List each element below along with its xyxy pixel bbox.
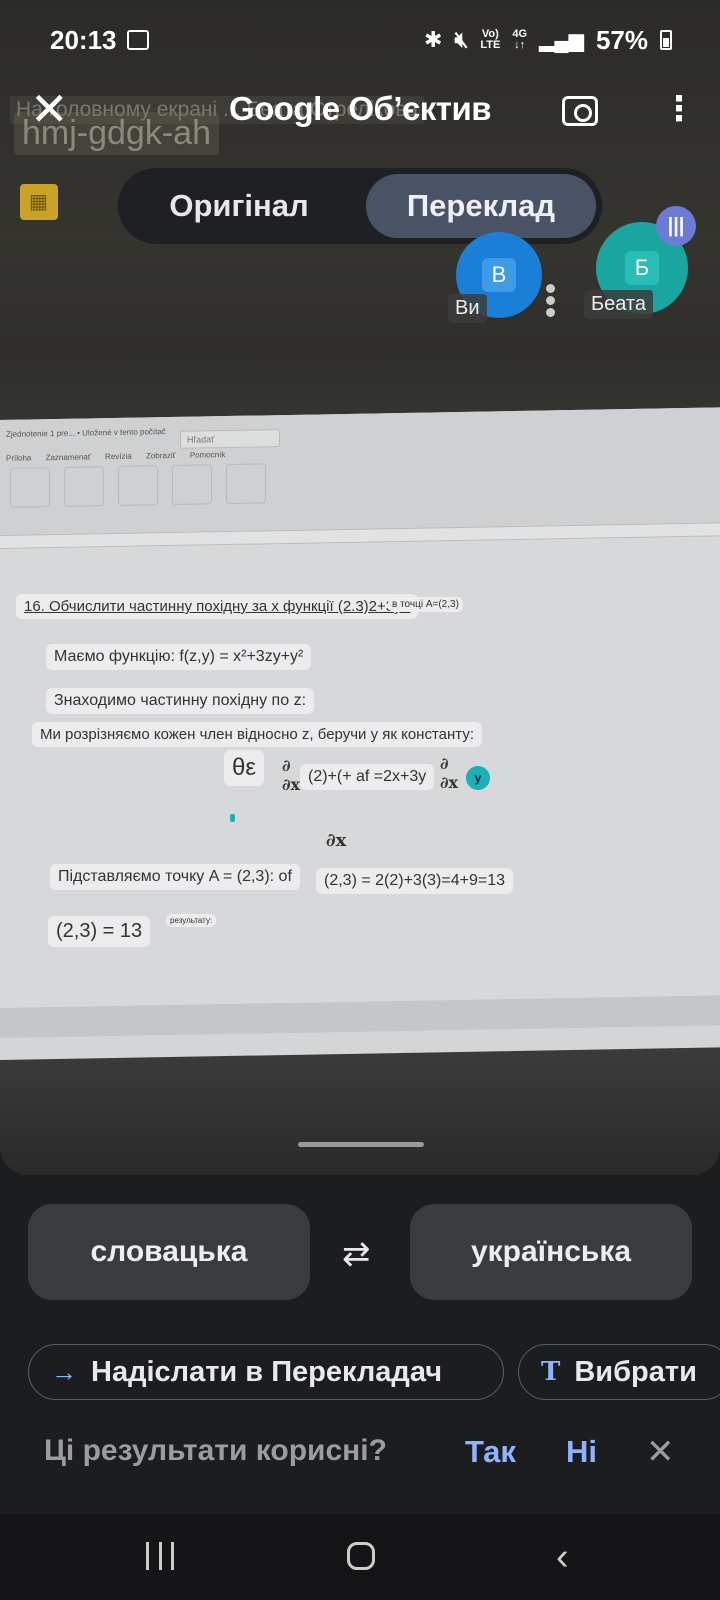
camera-viewport: 20:13 ✱ 🔇︎ Vo) LTE 4G ↓↑ ▂▄▆ 57% На голо… bbox=[0, 0, 720, 1175]
camera-off-icon bbox=[20, 184, 58, 220]
translated-line-3[interactable]: Ми розрізняємо кожен член відносно z, бе… bbox=[32, 722, 482, 747]
status-bar: 20:13 ✱ 🔇︎ Vo) LTE 4G ↓↑ ▂▄▆ 57% bbox=[0, 0, 720, 80]
feedback-yes-button[interactable]: Так bbox=[465, 1434, 516, 1470]
participant-label-other: Беата bbox=[584, 290, 653, 319]
formula-dx: ∂x bbox=[326, 830, 347, 851]
target-language-button[interactable]: українська bbox=[410, 1204, 692, 1300]
translated-task[interactable]: 16. Обчислити частинну похідну за x функ… bbox=[16, 594, 419, 619]
arrow-right-icon: → bbox=[51, 1356, 77, 1387]
translated-result-tag[interactable]: результату: bbox=[166, 914, 217, 927]
sheet-handle[interactable] bbox=[298, 1142, 424, 1147]
audio-level-icon: ||| bbox=[656, 206, 696, 246]
translated-result[interactable]: (2,3) = 13 bbox=[48, 916, 151, 947]
lte-indicator: 4G ↓↑ bbox=[512, 28, 528, 51]
battery-percent: 57% bbox=[595, 24, 648, 55]
variable-y-marker: y bbox=[466, 766, 490, 790]
home-icon[interactable] bbox=[347, 1542, 375, 1570]
back-icon[interactable]: ‹ bbox=[556, 1536, 569, 1579]
participant-menu-icon bbox=[546, 284, 556, 317]
app-title: Google Об’єктив bbox=[228, 90, 492, 127]
gallery-icon bbox=[126, 30, 149, 50]
translated-line-4-tail[interactable]: (2,3) = 2(2)+3(3)=4+9=13 bbox=[316, 868, 514, 894]
formula-middle[interactable]: (2)+(+ af =2x+3y bbox=[300, 764, 435, 790]
top-bar: ✕ Google Об’єктив bbox=[0, 80, 720, 140]
partial-fraction-2: ∂ ∂x bbox=[440, 754, 459, 792]
mode-toggle: Оригінал Переклад bbox=[118, 168, 602, 244]
close-feedback-icon[interactable]: ✕ bbox=[646, 1432, 675, 1472]
translated-line-1[interactable]: Маємо функцію: f(z,y) = x²+3zy+y² bbox=[46, 644, 312, 670]
volte-indicator: Vo) LTE bbox=[480, 28, 501, 51]
feedback-question: Ці результати корисні? bbox=[44, 1434, 387, 1467]
send-to-translate-label: Надіслати в Перекладач bbox=[91, 1355, 443, 1388]
select-text-label: Вибрати bbox=[574, 1355, 697, 1388]
feedback-no-button[interactable]: Ні bbox=[566, 1434, 597, 1470]
more-vert-icon[interactable]: ⋮ bbox=[662, 92, 696, 126]
source-language-button[interactable]: словацька bbox=[28, 1204, 310, 1300]
bluetooth-icon: ✱ bbox=[424, 27, 443, 52]
select-text-button[interactable]: T Вибрати bbox=[518, 1344, 720, 1400]
participant-label-you: Ви bbox=[448, 294, 487, 323]
text-select-icon: T bbox=[541, 1357, 561, 1387]
cursor-marker bbox=[230, 814, 235, 822]
ribbon-title: Zjednotenie 1 pre... • Uložené v tento p… bbox=[6, 427, 166, 439]
ribbon-tools bbox=[10, 463, 310, 528]
send-to-translate-button[interactable]: → Надіслати в Перекладач bbox=[28, 1344, 504, 1400]
signal-icon: ▂▄▆ bbox=[539, 29, 584, 52]
translated-line-4[interactable]: Підставляємо точку A = (2,3): of bbox=[50, 864, 300, 890]
battery-icon bbox=[660, 30, 672, 50]
formula-theta[interactable]: θε bbox=[224, 750, 265, 786]
ribbon-search: Hľadať bbox=[180, 429, 280, 449]
tab-translate[interactable]: Переклад bbox=[366, 174, 596, 238]
camera-icon[interactable] bbox=[562, 96, 598, 126]
word-ribbon: Zjednotenie 1 pre... • Uložené v tento p… bbox=[0, 407, 720, 550]
mute-icon: 🔇︎ bbox=[454, 27, 469, 52]
translated-task-tail[interactable]: в точці A=(2,3) bbox=[388, 597, 463, 612]
swap-icon[interactable]: ⇄ bbox=[342, 1234, 371, 1274]
tab-original[interactable]: Оригінал bbox=[124, 174, 354, 238]
partial-fraction-1: ∂ ∂x bbox=[282, 756, 301, 794]
translated-line-2[interactable]: Знаходимо частинну похідну по z: bbox=[46, 688, 315, 714]
status-time: 20:13 bbox=[50, 24, 117, 55]
ribbon-tabs: Príloha Zaznamenať Revízia Zobraziť Pomo… bbox=[6, 450, 226, 463]
recent-apps-icon[interactable] bbox=[146, 1542, 174, 1570]
